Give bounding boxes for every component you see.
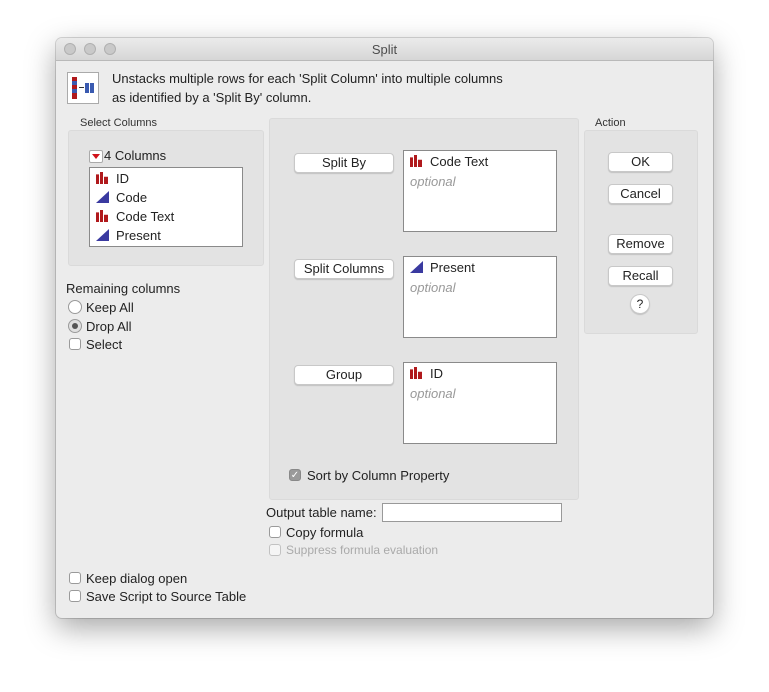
nominal-icon <box>410 367 422 379</box>
remaining-columns-label: Remaining columns <box>66 281 181 296</box>
action-panel: OK Cancel Remove Recall ? <box>584 130 698 334</box>
keep-open-label: Keep dialog open <box>86 571 188 586</box>
list-item-code[interactable]: Code <box>96 189 147 207</box>
group-box[interactable]: ID optional <box>403 362 557 444</box>
title-bar: Split <box>56 38 713 61</box>
split-by-button[interactable]: Split By <box>294 153 394 173</box>
select-columns-panel: 4 Columns ID Code Code Text Present <box>68 130 264 266</box>
save-script-checkbox[interactable] <box>69 590 81 602</box>
select-columns-label: Select Columns <box>80 117 158 129</box>
value-label: Present <box>430 260 475 275</box>
recall-button[interactable]: Recall <box>608 266 673 286</box>
list-item-present[interactable]: Present <box>96 227 161 245</box>
columns-menu-icon[interactable] <box>89 150 103 163</box>
description-line-2: as identified by a 'Split By' column. <box>112 90 312 105</box>
group-button[interactable]: Group <box>294 365 394 385</box>
split-columns-value[interactable]: Present <box>410 259 475 277</box>
output-name-input[interactable] <box>382 503 562 522</box>
keep-open-checkbox[interactable] <box>69 572 81 584</box>
action-label: Action <box>595 117 626 129</box>
item-label: Present <box>116 228 161 243</box>
optional-placeholder: optional <box>410 386 456 401</box>
split-columns-box[interactable]: Present optional <box>403 256 557 338</box>
split-by-box[interactable]: Code Text optional <box>403 150 557 232</box>
item-label: Code <box>116 190 148 205</box>
value-label: Code Text <box>430 154 489 169</box>
nominal-icon <box>96 210 108 222</box>
value-label: ID <box>430 366 443 381</box>
nominal-icon <box>96 172 108 184</box>
suppress-formula-label: Suppress formula evaluation <box>286 543 439 557</box>
continuous-icon <box>410 261 423 273</box>
optional-placeholder: optional <box>410 174 456 189</box>
copy-formula-label: Copy formula <box>286 525 364 540</box>
split-columns-button[interactable]: Split Columns <box>294 259 394 279</box>
remove-button[interactable]: Remove <box>608 234 673 254</box>
item-label: Code Text <box>116 209 175 224</box>
list-item-code-text[interactable]: Code Text <box>96 208 174 226</box>
sort-checkbox[interactable]: ✓ <box>289 469 301 481</box>
drop-all-label: Drop All <box>86 319 132 334</box>
window-title: Split <box>371 42 398 57</box>
help-button[interactable]: ? <box>630 294 650 314</box>
drop-all-radio[interactable] <box>68 319 82 333</box>
select-label: Select <box>86 337 123 352</box>
optional-placeholder: optional <box>410 280 456 295</box>
group-value[interactable]: ID <box>410 365 443 383</box>
description-line-1: Unstacks multiple rows for each 'Split C… <box>112 71 503 86</box>
column-count: 4 Columns <box>104 148 167 163</box>
split-dialog: Split Unstacks multiple rows for each 'S… <box>56 38 713 618</box>
copy-formula-checkbox[interactable] <box>269 526 281 538</box>
ok-button[interactable]: OK <box>608 152 673 172</box>
split-icon <box>67 72 99 104</box>
continuous-icon <box>96 229 109 241</box>
keep-all-radio[interactable] <box>68 300 82 314</box>
select-checkbox[interactable] <box>69 338 81 350</box>
roles-panel: Split By Code Text optional Split Column… <box>269 118 579 500</box>
save-script-label: Save Script to Source Table <box>86 589 247 604</box>
split-by-value[interactable]: Code Text <box>410 153 488 171</box>
continuous-icon <box>96 191 109 203</box>
nominal-icon <box>410 155 422 167</box>
output-name-label: Output table name: <box>266 505 377 520</box>
column-list[interactable]: ID Code Code Text Present <box>89 167 243 247</box>
cancel-button[interactable]: Cancel <box>608 184 673 204</box>
list-item-id[interactable]: ID <box>96 170 129 188</box>
keep-all-label: Keep All <box>86 300 134 315</box>
item-label: ID <box>116 171 129 186</box>
sort-label: Sort by Column Property <box>307 468 450 483</box>
suppress-formula-checkbox <box>269 544 281 556</box>
